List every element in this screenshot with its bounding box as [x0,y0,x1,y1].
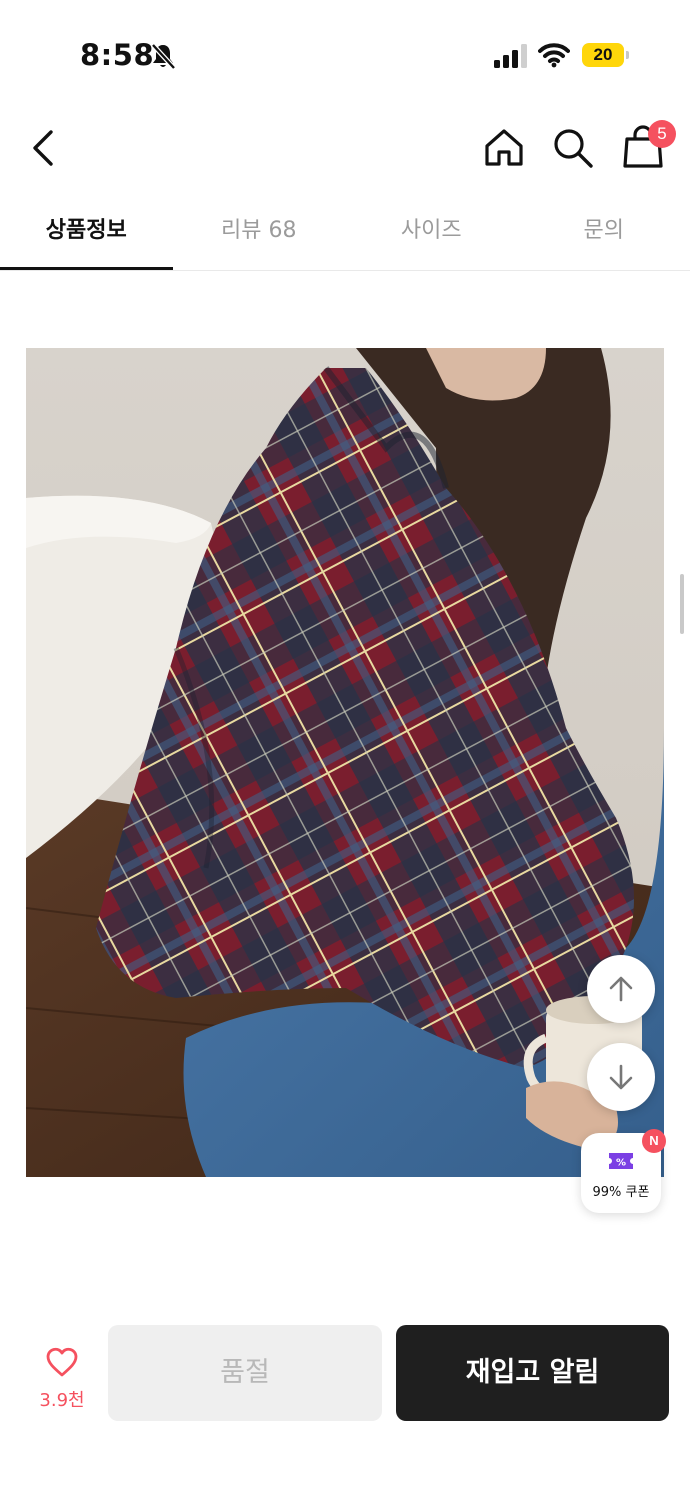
bottom-action-bar: 3.9천 품절 재입고 알림 [0,1300,690,1500]
product-photo [26,348,664,1177]
heart-icon [46,1347,78,1377]
arrow-up-icon [609,976,633,1002]
soldout-button: 품절 [108,1325,382,1421]
home-icon [485,129,523,166]
scroll-down-button[interactable] [587,1043,655,1111]
like-button[interactable]: 3.9천 [22,1344,102,1416]
tab-reviews[interactable]: 리뷰 68 [173,200,346,270]
like-count: 3.9천 [39,1390,85,1411]
bell-slash-icon [151,43,176,70]
tab-inquiry[interactable]: 문의 [518,200,690,270]
restock-alert-button[interactable]: 재입고 알림 [396,1325,669,1421]
battery-level: 20 [593,45,613,64]
scroll-up-button[interactable] [587,955,655,1023]
product-tabs: 상품정보 리뷰 68 사이즈 문의 [0,200,690,271]
home-button[interactable] [482,126,526,170]
cellular-signal-icon [494,44,527,68]
wifi-icon [538,43,570,68]
new-badge: N [642,1129,666,1153]
cart-count-badge: 5 [648,120,676,148]
back-button[interactable] [20,124,64,172]
status-bar: 8:58 20 [0,0,690,100]
top-nav-bar [0,110,690,190]
arrow-down-icon [609,1064,633,1090]
search-button[interactable] [551,126,595,170]
tab-product-info[interactable]: 상품정보 [0,200,173,270]
back-chevron-icon [33,130,53,166]
tab-size[interactable]: 사이즈 [345,200,518,270]
coupon-ticket-icon: % [609,1153,633,1169]
svg-text:%: % [616,1158,626,1169]
battery-icon: 20 [582,43,629,67]
scroll-indicator[interactable] [680,574,684,634]
status-time: 8:58 [80,38,155,72]
search-icon [554,129,593,168]
coupon-label: 99% 쿠폰 [592,1185,650,1200]
